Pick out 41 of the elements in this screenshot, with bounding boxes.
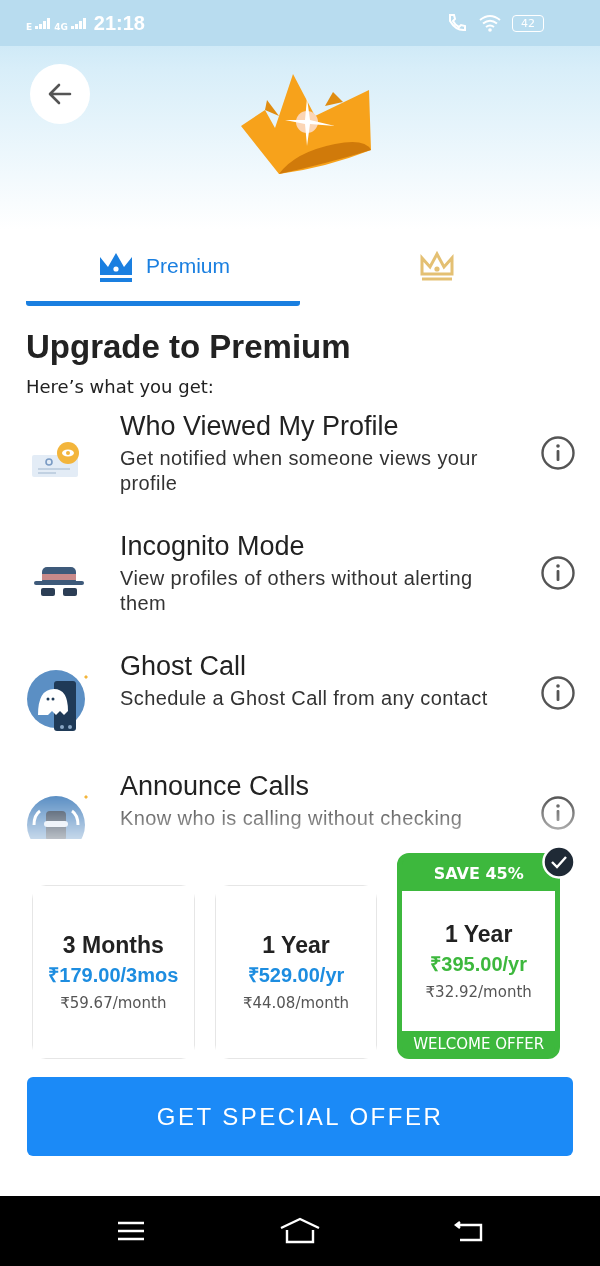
info-icon[interactable]	[540, 555, 576, 591]
plan-duration: 1 Year	[445, 921, 513, 948]
network-label: 4G	[54, 21, 68, 32]
plan-price: ₹395.00/yr	[430, 952, 527, 977]
back-icon[interactable]	[453, 1219, 484, 1243]
feature-title: Incognito Mode	[120, 531, 306, 562]
plan-duration: 3 Months	[62, 932, 164, 959]
info-icon[interactable]	[540, 675, 576, 711]
discount-label: SAVE 45%	[432, 863, 525, 885]
plan-card[interactable]: 1 Year ₹529.00/yr ₹44.08/month	[214, 885, 378, 1059]
plan-duration: 1 Year	[262, 932, 330, 959]
offer-label: WELCOME OFFER	[412, 1034, 546, 1054]
check-icon	[542, 845, 576, 879]
tab[interactable]: Premium	[26, 230, 300, 306]
feature-description: Schedule a Ghost Call from any contact	[120, 686, 489, 711]
monthly-price: ₹59.67/month	[60, 994, 167, 1012]
subheading: Here’s what you get:	[26, 376, 215, 397]
feature-title: Ghost Call	[120, 651, 248, 682]
signal-icon	[35, 17, 52, 29]
plan-card[interactable]: 3 Months ₹179.00/3mos ₹59.67/month	[32, 885, 195, 1059]
home-icon[interactable]	[279, 1217, 321, 1245]
feature-description: View profiles of others without alerting them	[120, 566, 474, 616]
network-label: E	[26, 21, 33, 32]
plan-card[interactable]: SAVE 45% 1 Year ₹395.00/yr ₹32.92/month WELCOME OFFER	[397, 853, 560, 1059]
page-heading: Upgrade to Premium	[26, 328, 352, 366]
monthly-price: ₹44.08/month	[242, 994, 350, 1012]
signal-icon	[70, 17, 87, 29]
feature-description: Know who is calling without checking	[120, 806, 464, 831]
info-icon[interactable]	[540, 795, 576, 831]
plan-price: ₹179.00/3mos	[48, 963, 179, 988]
battery-level: 42	[512, 14, 544, 32]
clock: 21:18	[93, 11, 145, 35]
phone-icon	[446, 13, 468, 33]
feature-description: Get notified when someone views your profile	[120, 446, 479, 496]
info-icon[interactable]	[540, 435, 576, 471]
monthly-price: ₹32.92/month	[425, 983, 532, 1001]
plan-price: ₹529.00/yr	[247, 963, 345, 988]
menu-icon[interactable]	[116, 1220, 147, 1242]
feature-title: Announce Calls	[120, 771, 311, 802]
feature-title: Who Viewed My Profile	[120, 411, 400, 442]
wifi-icon	[478, 14, 502, 32]
